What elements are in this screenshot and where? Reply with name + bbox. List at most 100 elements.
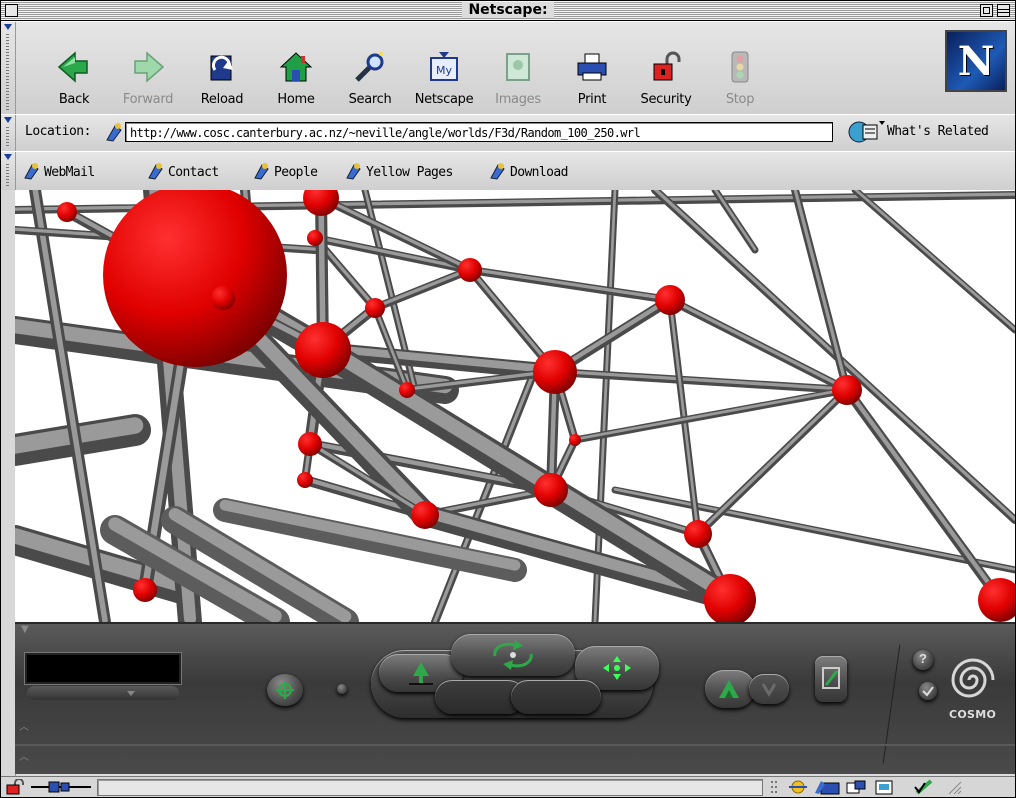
back-button[interactable]: Back xyxy=(37,28,111,108)
security-lock-status-icon[interactable] xyxy=(5,779,27,795)
online-connection-icon[interactable] xyxy=(31,779,91,795)
nav-pad-right[interactable] xyxy=(511,680,601,714)
edit-pencil-icon[interactable] xyxy=(913,779,933,795)
zoom-button[interactable] xyxy=(705,670,755,708)
collapse-caret-icon[interactable]: ︿ xyxy=(19,718,29,733)
graph-edge-highlight xyxy=(793,190,849,391)
mail-icon[interactable] xyxy=(813,779,840,795)
bookmark-label: Contact xyxy=(168,165,219,180)
graph-node[interactable] xyxy=(57,202,77,222)
collapse-caret-icon[interactable]: ︿ xyxy=(19,748,29,763)
collapse-box[interactable] xyxy=(997,4,1010,17)
help-button[interactable]: ? xyxy=(913,650,933,670)
graph-node[interactable] xyxy=(569,434,581,446)
graph-node[interactable] xyxy=(295,322,351,378)
graph-node[interactable] xyxy=(307,230,323,246)
whats-related-label: What's Related xyxy=(887,124,989,139)
bookmark-icon xyxy=(148,163,163,180)
newsgroups-icon[interactable] xyxy=(845,779,866,795)
toolbar-grip[interactable] xyxy=(1,152,16,190)
bookmark-label: WebMail xyxy=(44,165,95,180)
tilt-button[interactable] xyxy=(749,674,789,704)
graph-node[interactable] xyxy=(103,190,287,367)
graph-node[interactable] xyxy=(297,472,313,488)
netscape-throbber-logo[interactable]: N xyxy=(945,30,1007,92)
graph-node[interactable] xyxy=(684,520,712,548)
stop-icon xyxy=(731,51,749,83)
search-icon xyxy=(355,52,384,82)
vrml-scene[interactable] xyxy=(15,190,1015,622)
toolbar-grip[interactable] xyxy=(1,22,16,114)
bookmark-webmail[interactable]: WebMail xyxy=(23,162,95,180)
graph-node[interactable] xyxy=(458,258,482,282)
images-label: Images xyxy=(495,92,541,107)
graph-node[interactable] xyxy=(533,350,577,394)
bookmark-label: Yellow Pages xyxy=(366,165,453,180)
cosmo-player-dashboard: ▼ ? COSMO ︿ ︿ xyxy=(15,622,1015,774)
home-button[interactable]: Home xyxy=(259,28,333,108)
graph-edge-highlight xyxy=(844,386,1003,601)
padlock-icon xyxy=(653,51,681,81)
status-led xyxy=(337,684,347,694)
rotate-button[interactable] xyxy=(451,634,575,676)
bookmark-label: People xyxy=(274,165,318,180)
location-label: Location: xyxy=(25,124,91,139)
search-label: Search xyxy=(348,92,392,107)
my-netscape-label: Netscape xyxy=(414,92,474,107)
security-button[interactable]: Security xyxy=(629,28,703,108)
reload-icon xyxy=(210,55,233,81)
graph-node[interactable] xyxy=(303,190,339,216)
bookmark-download[interactable]: Download xyxy=(489,162,568,180)
seek-button[interactable] xyxy=(267,674,303,706)
graph-node[interactable] xyxy=(411,501,439,529)
status-bar xyxy=(1,776,1015,797)
grip-dots-icon xyxy=(769,779,787,795)
straighten-button[interactable] xyxy=(815,656,847,702)
navigation-toolbar: Back Forward Reload Home Search My Netsc… xyxy=(1,21,1015,115)
composer-icon[interactable] xyxy=(873,779,893,795)
forward-arrow-icon xyxy=(134,51,165,83)
graph-edge-highlight xyxy=(853,190,1015,331)
dashboard-toggle-icon[interactable]: ▼ xyxy=(21,624,29,635)
bookmark-people[interactable]: People xyxy=(253,162,318,180)
whats-related-button[interactable]: What's Related xyxy=(847,119,989,145)
browser-window: Netscape: Back Forward Reload Home Searc… xyxy=(0,0,1016,798)
my-netscape-icon: My xyxy=(430,52,458,81)
graph-node[interactable] xyxy=(399,382,415,398)
bookmark-icon xyxy=(490,163,505,180)
graph-node[interactable] xyxy=(211,286,235,310)
graph-node[interactable] xyxy=(832,375,862,405)
graph-edge-highlight xyxy=(553,369,849,391)
images-button[interactable]: Images xyxy=(481,28,555,108)
navigator-icon[interactable] xyxy=(787,779,807,795)
bookmark-yellow-pages[interactable]: Yellow Pages xyxy=(345,162,453,180)
url-field[interactable]: http://www.cosc.canterbury.ac.nz/~nevill… xyxy=(125,122,833,142)
bookmark-contact[interactable]: Contact xyxy=(147,162,219,180)
graph-node[interactable] xyxy=(133,578,157,602)
vrml-3d-viewport[interactable] xyxy=(15,190,1015,622)
viewpoint-list-dropdown[interactable] xyxy=(27,686,179,700)
cosmo-brand-label: COSMO xyxy=(949,708,997,721)
my-netscape-button[interactable]: My Netscape xyxy=(407,28,481,108)
resize-grip-icon[interactable] xyxy=(943,779,962,795)
security-label: Security xyxy=(640,92,692,107)
location-toolbar: Location: http://www.cosc.canterbury.ac.… xyxy=(1,114,1015,152)
page-proxy-icon[interactable] xyxy=(105,122,123,142)
print-label: Print xyxy=(577,92,607,107)
preferences-check-button[interactable] xyxy=(919,682,937,700)
zoom-box[interactable] xyxy=(980,4,993,17)
reload-button[interactable]: Reload xyxy=(185,28,259,108)
title-bar[interactable]: Netscape: xyxy=(1,1,1015,21)
cosmo-swirl-logo xyxy=(951,658,995,698)
forward-label: Forward xyxy=(122,92,174,107)
reload-label: Reload xyxy=(200,92,244,107)
stop-button[interactable]: Stop xyxy=(703,28,777,108)
search-button[interactable]: Search xyxy=(333,28,407,108)
graph-node[interactable] xyxy=(298,432,322,456)
forward-button[interactable]: Forward xyxy=(111,28,185,108)
graph-node[interactable] xyxy=(655,285,685,315)
graph-node[interactable] xyxy=(365,298,385,318)
print-button[interactable]: Print xyxy=(555,28,629,108)
toolbar-grip[interactable] xyxy=(1,115,16,151)
graph-node[interactable] xyxy=(534,473,568,507)
